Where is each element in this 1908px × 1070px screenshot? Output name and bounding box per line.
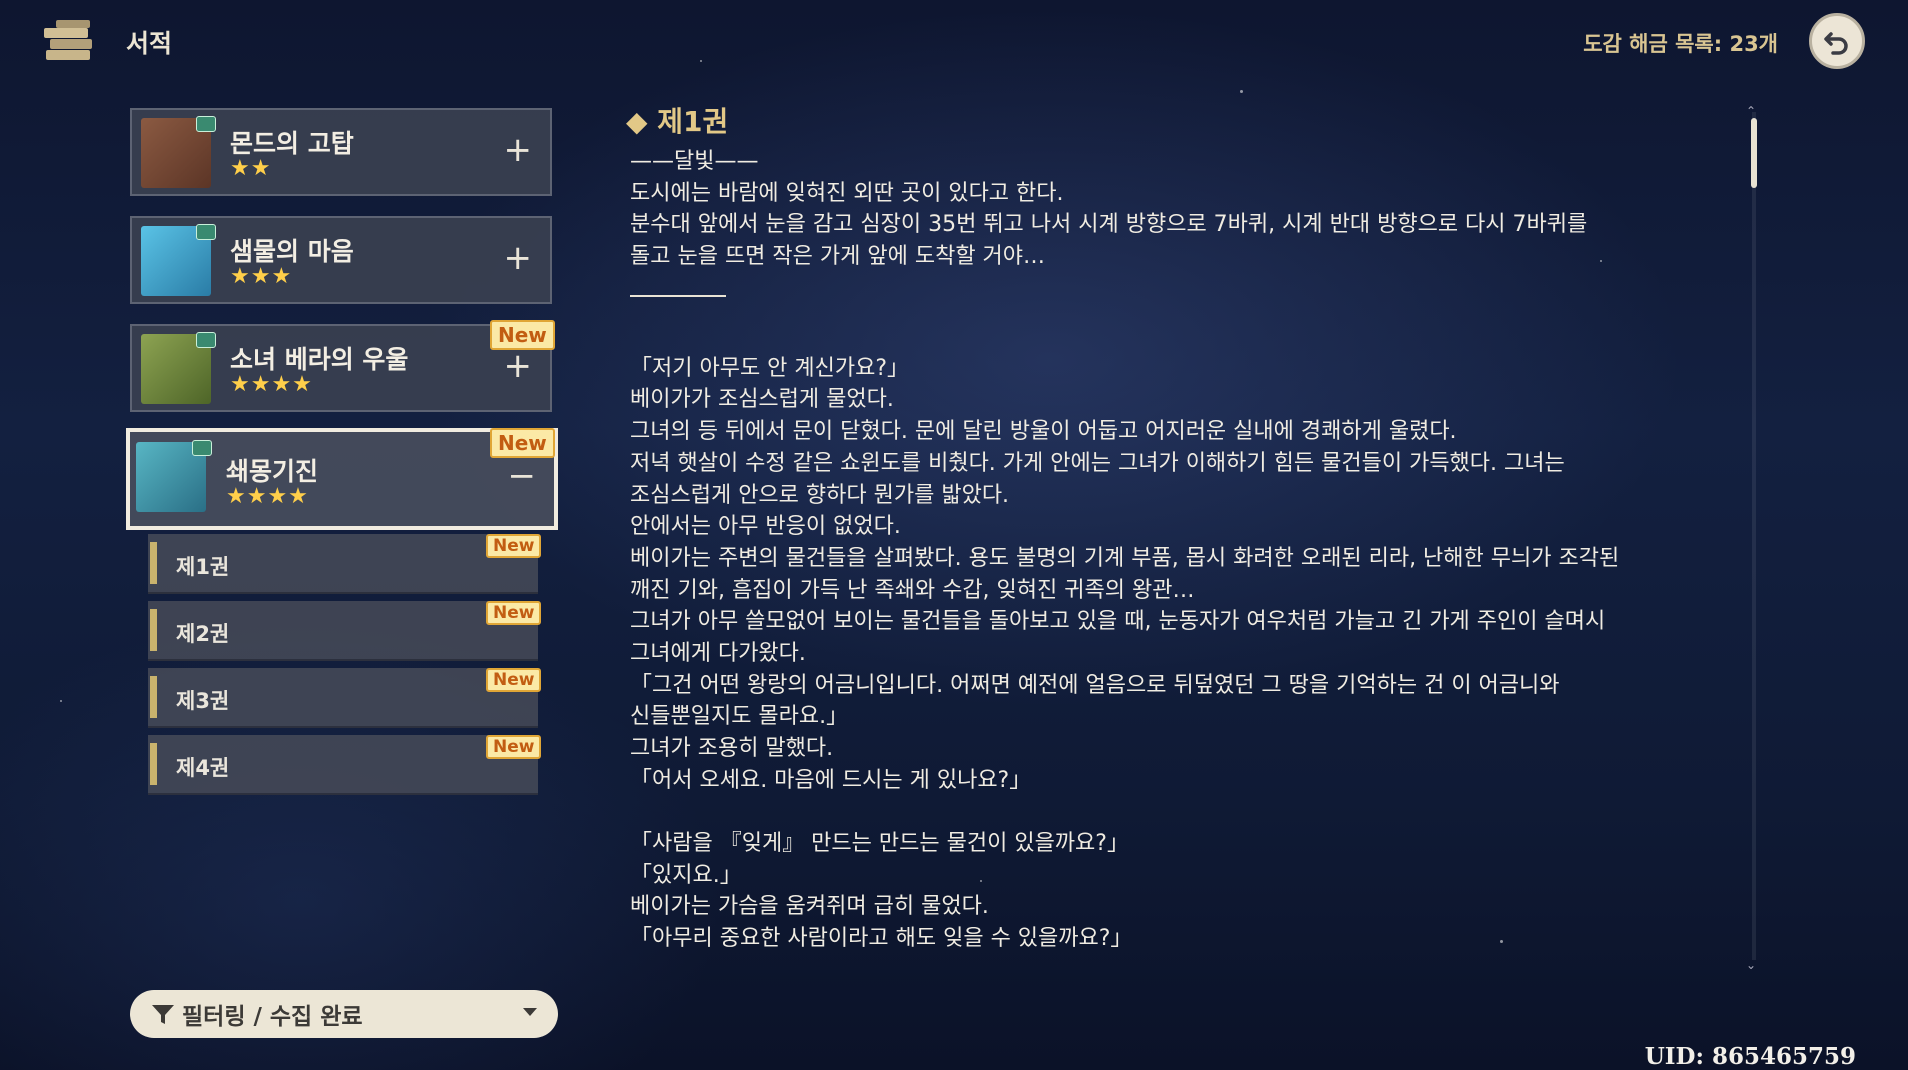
text-line: 저녁 햇살이 수정 같은 쇼윈도를 비췄다. 가게 안에는 그녀가 이해하기 힘… (630, 450, 1565, 476)
book-rarity-stars: ★★★ (230, 264, 293, 289)
books-icon (44, 20, 92, 60)
back-button[interactable] (1809, 13, 1865, 69)
expand-plus-icon[interactable]: + (504, 346, 533, 386)
collected-check-icon (196, 332, 216, 348)
text-line: 「아무리 중요한 사람이라고 해도 잊을 수 있을까요?」 (630, 926, 1133, 952)
page-title: 서적 (126, 29, 173, 58)
book-title: 소녀 베라의 우울 (230, 345, 409, 374)
new-badge: New (486, 534, 542, 558)
text-line: 그녀에게 다가왔다. (630, 640, 806, 666)
collapse-minus-icon[interactable]: − (508, 456, 537, 496)
new-badge: New (490, 320, 555, 350)
scroll-up-icon[interactable]: ⌃ (1746, 104, 1756, 118)
text-line: 「어서 오세요. 마음에 드시는 게 있나요?」 (630, 767, 1032, 793)
book-item-1[interactable]: 샘물의 마음 ★★★ + (130, 216, 552, 304)
volume-bar (150, 609, 157, 651)
text-line: 그녀의 등 뒤에서 문이 닫혔다. 문에 달린 방울이 어둡고 어지러운 실내에… (630, 419, 1457, 445)
expand-plus-icon[interactable]: + (504, 238, 533, 278)
text-line: 돌고 눈을 뜨면 작은 가게 앞에 도착할 거야… (630, 244, 1046, 270)
volume-item-0[interactable]: 제1권 New (148, 534, 542, 594)
text-line: 그녀가 아무 쓸모없어 보이는 물건들을 돌아보고 있을 때, 눈동자가 여우처… (630, 609, 1606, 635)
volume-label: 제3권 (176, 689, 230, 713)
selected-indicator (150, 542, 157, 584)
text-line: 신들뿐일지도 몰라요.」 (630, 704, 849, 730)
scrollbar-thumb[interactable] (1751, 118, 1757, 188)
book-title: 몬드의 고탑 (230, 129, 354, 158)
scrollbar-track[interactable] (1752, 112, 1756, 960)
text-line: ——달빛—— (630, 149, 759, 174)
collected-check-icon (192, 440, 212, 456)
volume-bar (150, 676, 157, 718)
scroll-down-icon[interactable]: ⌄ (1746, 958, 1756, 972)
unlock-count: 도감 해금 목록: 23개 (1583, 32, 1778, 56)
new-badge: New (486, 735, 542, 759)
new-badge: New (486, 601, 542, 625)
volume-bar (150, 743, 157, 785)
section-divider (630, 294, 726, 297)
bg-star (700, 60, 702, 62)
chapter-title: ◆ 제1권 (626, 105, 729, 138)
reader-pane: ◆ 제1권 ——달빛—— 도시에는 바람에 잊혀진 외딴 곳이 있다고 한다. … (626, 100, 1750, 955)
book-item-2[interactable]: 소녀 베라의 우울 ★★★★ + (130, 324, 552, 412)
chevron-down-icon (523, 1008, 537, 1016)
filter-label: 필터링 / 수집 완료 (182, 1004, 363, 1030)
volume-item-3[interactable]: 제4권 New (148, 735, 542, 795)
bg-star (60, 700, 62, 702)
text-line: 「사람을 『잊게』 만드는 만드는 물건이 있을까요?」 (630, 831, 1129, 857)
text-line: 조심스럽게 안으로 향하다 뭔가를 밟았다. (630, 482, 1010, 508)
back-arrow-icon (1824, 32, 1848, 55)
text-line: 「있지요.」 (630, 862, 742, 888)
volume-item-1[interactable]: 제2권 New (148, 601, 542, 661)
book-title: 쇄몽기진 (226, 457, 319, 486)
volume-label: 제4권 (176, 756, 230, 780)
text-line: 베이가는 가슴을 움켜쥐며 급히 물었다. (630, 894, 989, 920)
book-rarity-stars: ★★ (230, 156, 272, 181)
collected-check-icon (196, 116, 216, 132)
text-line: 그녀가 조용히 말했다. (630, 736, 834, 761)
text-line: 「그건 어떤 왕랑의 어금니입니다. 어쩌면 예전에 얼음으로 뒤덮였던 그 땅… (630, 672, 1560, 698)
text-line: 도시에는 바람에 잊혀진 외딴 곳이 있다고 한다. (630, 180, 1064, 206)
filter-icon (152, 1005, 174, 1024)
volume-label: 제1권 (176, 555, 230, 579)
volume-item-2[interactable]: 제3권 New (148, 668, 542, 728)
text-line: 베이가는 주변의 물건들을 살펴봤다. 용도 불명의 기계 부품, 몹시 화려한… (630, 545, 1620, 571)
text-line (630, 796, 1750, 828)
book-rarity-stars: ★★★★ (226, 484, 309, 509)
uid-label: UID: 865465759 (1644, 1043, 1856, 1070)
book-rarity-stars: ★★★★ (230, 372, 313, 397)
text-line: 분수대 앞에서 눈을 감고 심장이 35번 뛰고 나서 시계 방향으로 7바퀴,… (630, 212, 1588, 238)
book-item-0[interactable]: 몬드의 고탑 ★★ + (130, 108, 552, 196)
text-line: 「저기 아무도 안 계신가요?」 (630, 355, 910, 381)
expand-plus-icon[interactable]: + (504, 130, 533, 170)
filter-dropdown[interactable]: 필터링 / 수집 완료 (130, 990, 558, 1038)
new-badge: New (490, 428, 555, 458)
bg-star (1240, 90, 1243, 93)
new-badge: New (486, 668, 542, 692)
text-line: 베이가가 조심스럽게 물었다. (630, 387, 894, 413)
book-title: 샘물의 마음 (230, 237, 354, 266)
text-line: 깨진 기와, 흠집이 가득 난 족쇄와 수갑, 잊혀진 귀족의 왕관… (630, 577, 1195, 603)
volume-label: 제2권 (176, 622, 230, 646)
text-line: 안에서는 아무 반응이 없었다. (630, 514, 901, 540)
collected-check-icon (196, 224, 216, 240)
